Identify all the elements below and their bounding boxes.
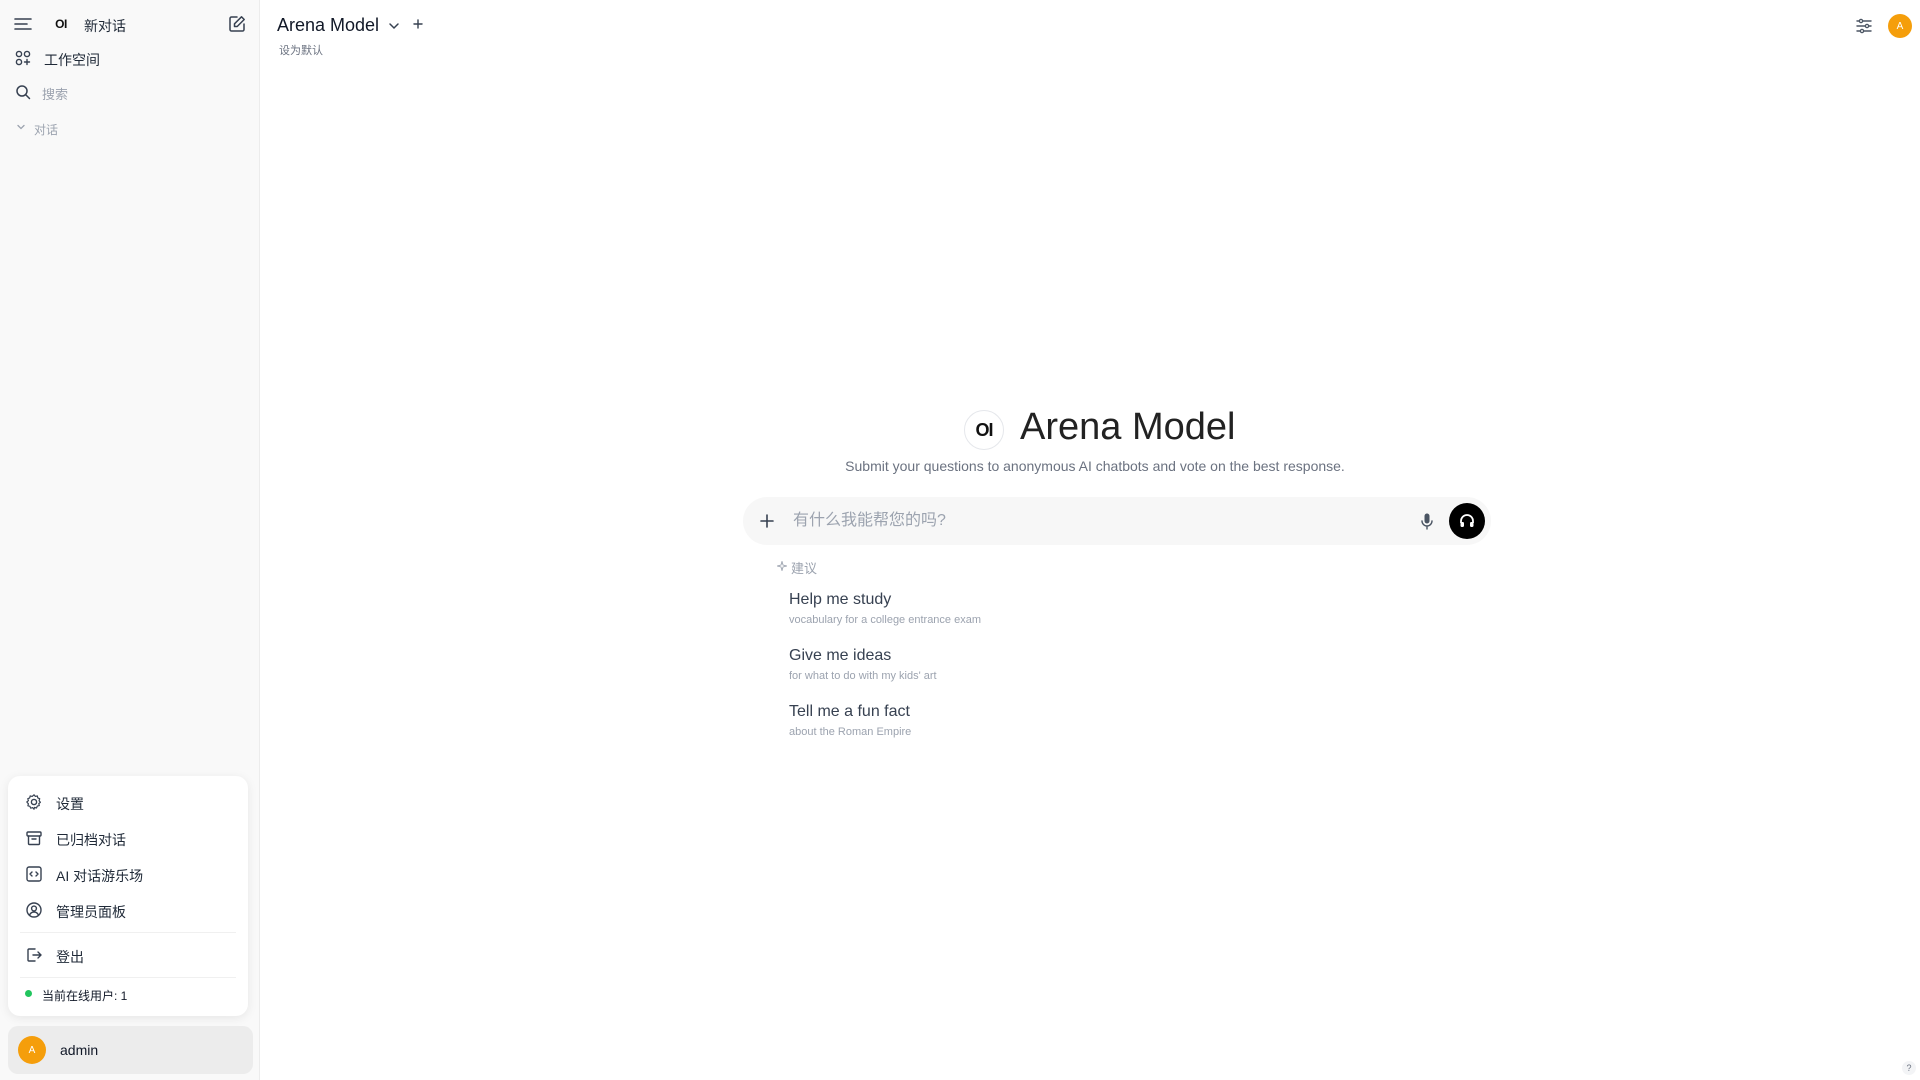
suggestion-desc: about the Roman Empire (789, 726, 912, 738)
search-icon (13, 82, 33, 102)
menu-item-logout[interactable]: 登出 (8, 939, 248, 971)
voice-mode-button[interactable] (1449, 503, 1485, 539)
menu-label: 登出 (56, 949, 84, 965)
menu-item-archived[interactable]: 已归档对话 (8, 822, 248, 854)
user-name: admin (60, 1042, 99, 1058)
suggestions-label: 建议 (791, 560, 818, 576)
gear-icon (24, 792, 44, 812)
header-avatar[interactable]: A (1888, 14, 1912, 38)
microphone-icon[interactable] (1417, 511, 1437, 531)
chevron-down-icon[interactable] (386, 18, 402, 34)
hero-title: Arena Model (1020, 406, 1236, 448)
user-profile-button[interactable]: A admin (8, 1026, 253, 1074)
chat-input[interactable] (793, 507, 1393, 535)
suggestion-item[interactable]: Tell me a fun fact about the Roman Empir… (789, 703, 1089, 747)
suggestions-header: 建议 (775, 558, 818, 576)
sidebar: OI 新对话 工作空间 搜索 对话 设置 已归档对话 AI 对话游乐场 管理员面… (0, 0, 260, 1080)
controls-icon[interactable] (1854, 16, 1874, 36)
workspace-link[interactable]: 工作空间 (44, 50, 100, 70)
user-menu: 设置 已归档对话 AI 对话游乐场 管理员面板 登出 当前在线用户: 1 (8, 776, 248, 1016)
menu-divider (20, 977, 236, 978)
add-model-icon[interactable] (410, 16, 426, 32)
code-icon (24, 864, 44, 884)
suggestion-title: Give me ideas (789, 647, 892, 664)
user-circle-icon (24, 900, 44, 920)
suggestion-title: Help me study (789, 591, 892, 608)
new-chat-icon[interactable] (227, 14, 247, 34)
logout-icon (24, 945, 44, 965)
suggestion-desc: for what to do with my kids' art (789, 670, 937, 682)
menu-divider (20, 932, 236, 933)
new-chat-label[interactable]: 新对话 (84, 16, 126, 36)
archive-icon (24, 828, 44, 848)
online-users-label: 当前在线用户: 1 (42, 989, 128, 1003)
help-button[interactable]: ? (1902, 1061, 1916, 1075)
model-logo-icon: OI (964, 410, 1004, 450)
add-attachment-icon[interactable] (757, 511, 777, 531)
chats-section-label[interactable]: 对话 (34, 121, 58, 138)
menu-item-playground[interactable]: AI 对话游乐场 (8, 858, 248, 890)
model-selector[interactable]: Arena Model (277, 15, 379, 36)
suggestion-item[interactable]: Help me study vocabulary for a college e… (789, 591, 1089, 635)
avatar: A (18, 1036, 46, 1064)
menu-label: 管理员面板 (56, 904, 126, 920)
menu-item-settings[interactable]: 设置 (8, 786, 248, 818)
search-input[interactable]: 搜索 (42, 84, 68, 103)
online-status-dot (25, 990, 32, 997)
suggestion-item[interactable]: Give me ideas for what to do with my kid… (789, 647, 1089, 691)
headphones-icon (1460, 514, 1474, 527)
menu-label: 已归档对话 (56, 832, 126, 848)
set-default-link[interactable]: 设为默认 (279, 42, 323, 58)
hero-subtitle: Submit your questions to anonymous AI ch… (845, 458, 1345, 474)
suggestion-desc: vocabulary for a college entrance exam (789, 614, 981, 626)
menu-label: 设置 (56, 796, 84, 812)
app-logo-icon: OI (55, 17, 67, 31)
menu-label: AI 对话游乐场 (56, 868, 144, 884)
chat-composer (743, 497, 1491, 545)
menu-item-admin-panel[interactable]: 管理员面板 (8, 894, 248, 926)
menu-toggle-icon[interactable] (13, 14, 33, 34)
chevron-down-icon[interactable] (13, 119, 29, 135)
sparkle-icon (775, 558, 789, 576)
workspace-icon (13, 48, 33, 68)
suggestion-title: Tell me a fun fact (789, 703, 910, 720)
